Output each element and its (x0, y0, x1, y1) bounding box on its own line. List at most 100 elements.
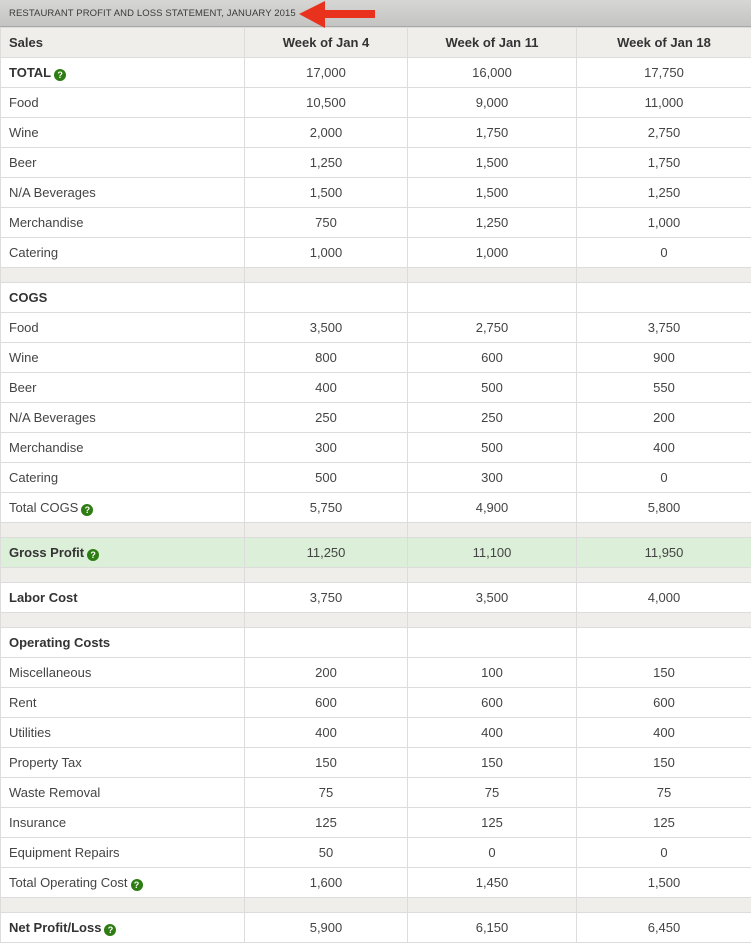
spacer-cell (244, 897, 408, 913)
row-label: Wine (9, 350, 39, 365)
help-icon[interactable]: ? (104, 923, 117, 936)
table-row: TOTAL? 17,000 16,000 17,750 (0, 57, 751, 88)
spacer-row (0, 897, 751, 913)
row-label: Equipment Repairs (9, 845, 120, 860)
table-row: Net Profit/Loss? 5,900 6,150 6,450 (0, 912, 751, 943)
value-cell: 300 (244, 432, 408, 463)
spacer-row (0, 522, 751, 538)
row-label: TOTAL (9, 64, 52, 80)
row-label: N/A Beverages (9, 410, 96, 425)
table-row: Equipment Repairs 50 0 0 (0, 837, 751, 868)
value-cell: 0 (576, 837, 751, 868)
spacer-cell (0, 612, 245, 628)
value-cell: 3,750 (244, 582, 408, 613)
value-cell: 3,500 (407, 582, 577, 613)
spacer-cell (244, 522, 408, 538)
row-label-cell: Gross Profit? (0, 537, 245, 568)
value-cell: 75 (576, 777, 751, 808)
spacer-cell (407, 612, 577, 628)
spacer-cell (0, 522, 245, 538)
table-row: Catering 1,000 1,000 0 (0, 237, 751, 268)
value-cell: 1,600 (244, 867, 408, 898)
column-header-week-jan-11: Week of Jan 11 (407, 27, 577, 58)
value-cell: 800 (244, 342, 408, 373)
row-label: Merchandise (9, 215, 84, 230)
value-cell: 2,750 (407, 312, 577, 343)
value-cell: 600 (576, 687, 751, 718)
row-label-cell: Insurance (0, 807, 245, 838)
value-cell: 300 (407, 462, 577, 493)
table-row: Beer 1,250 1,500 1,750 (0, 147, 751, 178)
table-row: Total Operating Cost? 1,600 1,450 1,500 (0, 867, 751, 898)
value-cell: 1,250 (576, 177, 751, 208)
row-label-cell: N/A Beverages (0, 177, 245, 208)
value-cell: 750 (244, 207, 408, 238)
table-row: N/A Beverages 1,500 1,500 1,250 (0, 177, 751, 208)
row-label-cell: COGS (0, 282, 245, 313)
value-cell: 400 (576, 432, 751, 463)
spacer-cell (244, 612, 408, 628)
value-cell: 1,500 (576, 867, 751, 898)
table-row: Food 3,500 2,750 3,750 (0, 312, 751, 343)
value-cell: 75 (244, 777, 408, 808)
table-row: Property Tax 150 150 150 (0, 747, 751, 778)
help-icon[interactable]: ? (54, 68, 67, 81)
arrow-shape (299, 1, 375, 28)
spacer-cell (0, 897, 245, 913)
row-label: Waste Removal (9, 785, 101, 800)
value-cell: 1,250 (407, 207, 577, 238)
value-cell (244, 627, 408, 658)
value-cell: 75 (407, 777, 577, 808)
help-icon[interactable]: ? (130, 878, 143, 891)
spacer-cell (407, 897, 577, 913)
row-label-cell: Total COGS? (0, 492, 245, 523)
value-cell: 5,750 (244, 492, 408, 523)
red-arrow-icon (299, 1, 375, 28)
value-cell: 200 (576, 402, 751, 433)
value-cell: 600 (244, 687, 408, 718)
value-cell: 50 (244, 837, 408, 868)
value-cell (407, 627, 577, 658)
spacer-cell (244, 267, 408, 283)
value-cell: 600 (407, 687, 577, 718)
value-cell: 1,500 (407, 147, 577, 178)
value-cell: 2,000 (244, 117, 408, 148)
value-cell: 200 (244, 657, 408, 688)
table-row: Miscellaneous 200 100 150 (0, 657, 751, 688)
table-body: TOTAL? 17,000 16,000 17,750 Food 10,500 9,000 1… (0, 57, 751, 943)
help-icon[interactable]: ? (87, 548, 100, 561)
row-label-cell: Total Operating Cost? (0, 867, 245, 898)
table-row: Gross Profit? 11,250 11,100 11,950 (0, 537, 751, 568)
table-row: Food 10,500 9,000 11,000 (0, 87, 751, 118)
value-cell: 5,800 (576, 492, 751, 523)
spacer-cell (244, 567, 408, 583)
row-label: Food (9, 95, 39, 110)
column-header-week-jan-18: Week of Jan 18 (576, 27, 751, 58)
table-row: COGS (0, 282, 751, 313)
value-cell: 125 (244, 807, 408, 838)
row-label: Operating Costs (9, 635, 111, 650)
row-label-cell: Beer (0, 372, 245, 403)
value-cell: 9,000 (407, 87, 577, 118)
row-label-cell: Merchandise (0, 432, 245, 463)
row-label-cell: Operating Costs (0, 627, 245, 658)
table-row: Labor Cost 3,750 3,500 4,000 (0, 582, 751, 613)
row-label: Gross Profit (9, 544, 85, 560)
row-label-cell: Catering (0, 462, 245, 493)
table-row: N/A Beverages 250 250 200 (0, 402, 751, 433)
value-cell: 600 (407, 342, 577, 373)
value-cell: 150 (407, 747, 577, 778)
column-header-week-jan-4: Week of Jan 4 (244, 27, 408, 58)
column-header-sales: Sales (0, 27, 245, 58)
value-cell: 11,250 (244, 537, 408, 568)
spacer-row (0, 612, 751, 628)
table-row: Rent 600 600 600 (0, 687, 751, 718)
row-label-cell: Merchandise (0, 207, 245, 238)
row-label: Wine (9, 125, 39, 140)
row-label: Net Profit/Loss (9, 919, 102, 935)
row-label-cell: Rent (0, 687, 245, 718)
value-cell: 500 (244, 462, 408, 493)
help-icon[interactable]: ? (81, 503, 94, 516)
row-label: Beer (9, 155, 37, 170)
value-cell: 250 (244, 402, 408, 433)
